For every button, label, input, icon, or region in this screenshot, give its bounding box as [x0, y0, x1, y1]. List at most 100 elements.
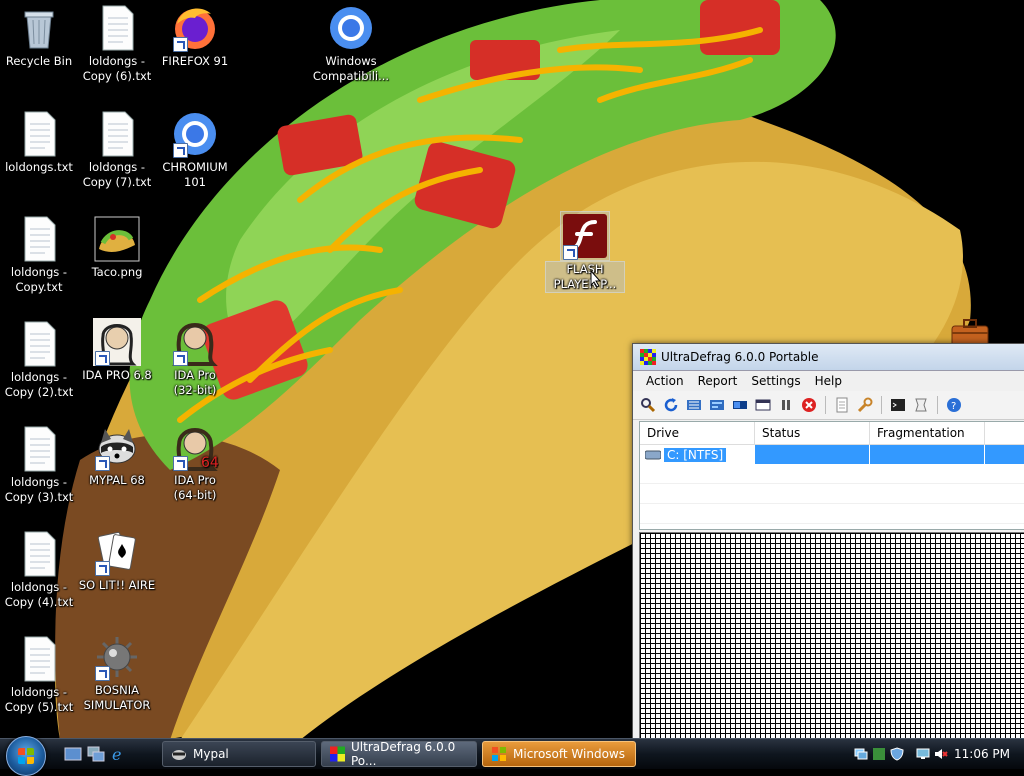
boot-icon	[915, 398, 927, 412]
desktop-icon-ida-pro-32[interactable]: IDA Pro (32-bit)	[156, 318, 234, 398]
desktop-icon-ida-pro-64[interactable]: 64 IDA Pro (64-bit)	[156, 423, 234, 503]
quick-optimize-button[interactable]	[754, 396, 772, 414]
terminal-button[interactable]	[889, 396, 907, 414]
window-titlebar[interactable]: UltraDefrag 6.0.0 Portable	[633, 344, 1024, 371]
windows-flag-icon	[492, 747, 506, 761]
desktop-icon-label: Recycle Bin	[5, 54, 73, 68]
desktop-icon-label: loldongs - Copy (5).txt	[4, 685, 74, 714]
desktop-icon-loldongs-copy-3[interactable]: loldongs - Copy (3).txt	[0, 425, 78, 505]
settings-button[interactable]	[856, 396, 874, 414]
desktop-icon-label: loldongs - Copy (2).txt	[4, 370, 74, 399]
desktop-icon-label: FIREFOX 91	[161, 54, 229, 68]
network-icon[interactable]	[854, 747, 868, 761]
shortcut-arrow-icon	[563, 245, 578, 260]
show-desktop-icon[interactable]	[64, 745, 82, 763]
mouse-cursor-icon	[590, 270, 602, 288]
column-header-status[interactable]: Status	[755, 422, 870, 444]
empty-row	[640, 504, 1024, 524]
desktop-icon-label: loldongs - Copy (4).txt	[4, 580, 74, 609]
taskbar-clock[interactable]: 11:06 PM	[954, 747, 1010, 761]
switch-windows-icon[interactable]	[87, 745, 105, 763]
desktop-icon-label: MYPAL 68	[89, 473, 145, 487]
cluster-map	[639, 532, 1024, 746]
text-file-icon	[24, 636, 56, 682]
shortcut-arrow-icon	[173, 351, 188, 366]
text-file-icon	[24, 321, 56, 367]
desktop-icon-loldongs-copy[interactable]: loldongs - Copy.txt	[0, 215, 78, 295]
taco-image-icon	[94, 216, 140, 262]
drive-fragmentation	[870, 445, 985, 464]
desktop-icon-label: IDA Pro (32-bit)	[173, 368, 217, 397]
menu-action[interactable]: Action	[639, 374, 691, 388]
task-microsoft-windows[interactable]: Microsoft Windows	[482, 741, 636, 767]
desktop-icon-loldongs-copy-6[interactable]: loldongs - Copy (6).txt	[78, 4, 156, 84]
desktop-icon-solitaire[interactable]: SO LIT!! AIRE	[78, 528, 156, 593]
desktop-icon-windows-compatibility[interactable]: Windows Compatibili...	[312, 4, 390, 84]
desktop-icon-flash-player[interactable]: FLASH PLAYER P...	[545, 211, 625, 293]
text-file-icon	[24, 426, 56, 472]
monitor-icon[interactable]	[916, 747, 930, 761]
desktop-icon-loldongs-copy-4[interactable]: loldongs - Copy (4).txt	[0, 530, 78, 610]
desktop-icon-label: loldongs - Copy (3).txt	[4, 475, 74, 504]
window-title: UltraDefrag 6.0.0 Portable	[661, 350, 819, 364]
column-header-drive[interactable]: Drive	[640, 422, 755, 444]
task-mypal[interactable]: Mypal	[162, 741, 316, 767]
quick-optimize-icon	[755, 399, 771, 411]
task-ultradefrag[interactable]: UltraDefrag 6.0.0 Po...	[321, 740, 477, 768]
shortcut-arrow-icon	[95, 561, 110, 576]
desktop-icon-label: BOSNIA SIMULATOR	[83, 683, 151, 712]
menu-help[interactable]: Help	[808, 374, 849, 388]
desktop-icon-label: loldongs - Copy (7).txt	[82, 160, 152, 189]
pause-button[interactable]	[777, 396, 795, 414]
drive-name: C: [NTFS]	[664, 447, 727, 462]
desktop-icon-bosnia-simulator[interactable]: BOSNIA SIMULATOR	[78, 633, 156, 713]
mft-button[interactable]	[731, 396, 749, 414]
defrag-icon	[687, 400, 701, 410]
empty-row	[640, 484, 1024, 504]
internet-explorer-icon[interactable]: e	[110, 745, 128, 763]
terminal-icon	[891, 399, 905, 411]
desktop-icon-firefox-91[interactable]: FIREFOX 91	[156, 4, 234, 69]
analyze-button[interactable]	[639, 396, 657, 414]
optimize-icon	[710, 400, 724, 410]
task-label: Mypal	[193, 747, 229, 761]
desktop-icon-loldongs-copy-5[interactable]: loldongs - Copy (5).txt	[0, 635, 78, 715]
start-button[interactable]	[6, 736, 46, 776]
boot-button[interactable]	[912, 396, 930, 414]
help-button[interactable]: ?	[945, 396, 963, 414]
stop-icon	[802, 398, 816, 412]
desktop-icon-mypal-68[interactable]: MYPAL 68	[78, 423, 156, 488]
desktop-icon-chromium-101[interactable]: CHROMIUM 101	[156, 110, 234, 190]
desktop-icon-taco-png[interactable]: Taco.png	[78, 215, 156, 280]
report-button[interactable]	[833, 396, 851, 414]
shortcut-arrow-icon	[173, 143, 188, 158]
ultradefrag-window[interactable]: UltraDefrag 6.0.0 Portable Action Report…	[632, 343, 1024, 746]
desktop-icon-loldongs-copy-2[interactable]: loldongs - Copy (2).txt	[0, 320, 78, 400]
column-header-fragmentation[interactable]: Fragmentation	[870, 422, 985, 444]
stop-button[interactable]	[800, 396, 818, 414]
volume-muted-icon[interactable]	[934, 747, 948, 761]
menu-report[interactable]: Report	[691, 374, 745, 388]
desktop-icon-label: Taco.png	[91, 265, 143, 279]
desktop-icon-label: loldongs - Copy (6).txt	[82, 54, 152, 83]
empty-row	[640, 464, 1024, 484]
security-icon[interactable]	[872, 747, 886, 761]
desktop-icon-loldongs-txt[interactable]: loldongs.txt	[0, 110, 78, 175]
menu-bar: Action Report Settings Help	[633, 371, 1024, 391]
desktop-icon-ida-pro-6-8[interactable]: IDA PRO 6.8	[78, 318, 156, 383]
table-row[interactable]: C: [NTFS]	[640, 445, 1024, 464]
desktop-icon-label: FLASH PLAYER P...	[553, 262, 617, 291]
pause-icon	[782, 400, 790, 410]
toolbar-separator	[881, 396, 882, 414]
defrag-button[interactable]	[685, 396, 703, 414]
refresh-button[interactable]	[662, 396, 680, 414]
shield-icon[interactable]	[890, 747, 904, 761]
shortcut-arrow-icon	[95, 456, 110, 471]
drive-status	[755, 445, 870, 464]
drive-list[interactable]: Drive Status Fragmentation C: [NTFS]	[639, 421, 1024, 530]
desktop-icon-label: loldongs.txt	[5, 160, 73, 174]
menu-settings[interactable]: Settings	[744, 374, 807, 388]
desktop-icon-loldongs-copy-7[interactable]: loldongs - Copy (7).txt	[78, 110, 156, 190]
desktop-icon-recycle-bin[interactable]: Recycle Bin	[0, 4, 78, 69]
optimize-button[interactable]	[708, 396, 726, 414]
